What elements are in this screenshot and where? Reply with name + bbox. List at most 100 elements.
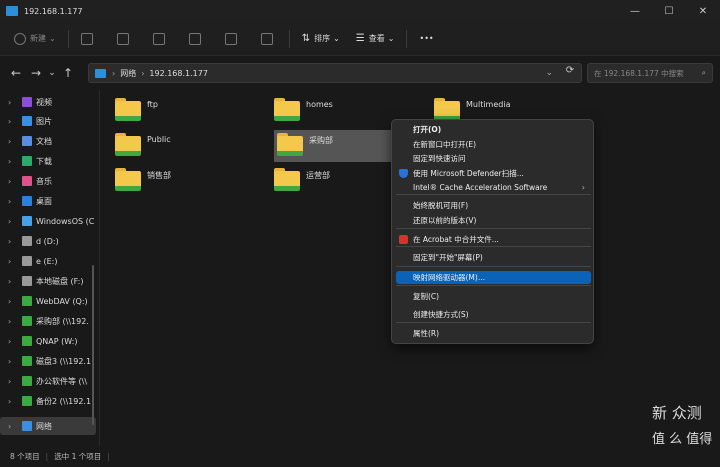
expand-chevron-icon[interactable]: › xyxy=(8,422,22,431)
context-menu-item[interactable]: 在新窗口中打开(E) xyxy=(396,138,591,151)
sidebar-item[interactable]: › 办公软件等 (\\ xyxy=(0,372,96,390)
sidebar-item[interactable]: › 网络 xyxy=(0,417,96,435)
context-menu-item[interactable]: 固定到"开始"屏幕(P) xyxy=(396,251,591,264)
expand-chevron-icon[interactable]: › xyxy=(8,157,22,166)
menu-item-label: 在 Acrobat 中合并文件... xyxy=(413,235,499,244)
sidebar-item-label: 桌面 xyxy=(36,196,52,206)
view-button[interactable]: ☰ 查看 ⌄ xyxy=(352,27,399,51)
sidebar-item[interactable]: › e (E:) xyxy=(0,252,96,270)
expand-chevron-icon[interactable]: › xyxy=(8,297,22,306)
copy-button[interactable] xyxy=(113,27,137,51)
network-share-folder[interactable]: ftp xyxy=(115,98,158,122)
context-menu-item[interactable]: 在 Acrobat 中合并文件... xyxy=(396,233,591,246)
folder-name: homes xyxy=(306,100,333,109)
more-options-button[interactable]: ••• xyxy=(415,27,437,51)
sidebar-item[interactable]: › 文档 xyxy=(0,132,96,150)
expand-chevron-icon[interactable]: › xyxy=(8,377,22,386)
sidebar-item[interactable]: › 视频 xyxy=(0,93,96,111)
maximize-button[interactable]: ☐ xyxy=(652,0,686,22)
search-input[interactable]: 在 192.168.1.177 中搜索 ⌕ xyxy=(587,63,713,83)
expand-chevron-icon[interactable]: › xyxy=(8,177,22,186)
context-menu-item[interactable]: 映射网络驱动器(M)... xyxy=(396,271,591,284)
sidebar-item[interactable]: › WindowsOS (C xyxy=(0,212,96,230)
expand-chevron-icon[interactable]: › xyxy=(8,117,22,126)
expand-chevron-icon[interactable]: › xyxy=(8,337,22,346)
expand-chevron-icon[interactable]: › xyxy=(8,98,22,107)
close-button[interactable]: ✕ xyxy=(686,0,720,22)
up-button[interactable]: ↑ xyxy=(58,66,78,80)
folder-name: 采购部 xyxy=(309,136,333,145)
paste-button[interactable] xyxy=(149,27,173,51)
context-menu-item[interactable]: 还原以前的版本(V) xyxy=(396,214,591,227)
refresh-button[interactable]: ⟳ xyxy=(560,65,580,81)
title-bar: 192.168.1.177 — ☐ ✕ xyxy=(0,0,720,22)
context-menu-item[interactable]: Intel® Cache Acceleration Software › xyxy=(396,181,591,194)
acrobat-icon xyxy=(399,235,408,244)
sidebar-item[interactable]: › 桌面 xyxy=(0,192,96,210)
context-menu-item[interactable]: 固定到快速访问 xyxy=(396,152,591,165)
context-menu-item[interactable]: 属性(R) xyxy=(396,327,591,340)
context-menu-item[interactable]: 打开(O) xyxy=(396,123,591,136)
expand-chevron-icon[interactable]: › xyxy=(8,217,22,226)
expand-chevron-icon[interactable]: › xyxy=(8,257,22,266)
share-button[interactable] xyxy=(221,27,245,51)
network-share-folder[interactable]: 销售部 xyxy=(115,168,171,192)
sort-button[interactable]: ⇅ 排序 ⌄ xyxy=(298,27,344,51)
sidebar-item[interactable]: › 采购部 (\\192. xyxy=(0,312,96,330)
cut-button[interactable] xyxy=(77,27,101,51)
sidebar-item[interactable]: › 本地磁盘 (F:) xyxy=(0,272,96,290)
breadcrumb-network[interactable]: 网络 xyxy=(120,68,136,79)
network-share-folder[interactable]: 运营部 xyxy=(274,168,330,192)
context-menu-item[interactable]: 复制(C) xyxy=(396,290,591,303)
sidebar-item-icon xyxy=(22,316,32,326)
sidebar-item[interactable]: › 磁盘3 (\\192.1 xyxy=(0,352,96,370)
shared-folder-icon xyxy=(274,98,300,122)
breadcrumb-host[interactable]: 192.168.1.177 xyxy=(149,69,208,78)
new-button[interactable]: 新建 ⌄ xyxy=(10,27,60,51)
sidebar-item-label: WebDAV (Q:) xyxy=(36,296,88,306)
context-menu-item[interactable]: 创建快捷方式(S) xyxy=(396,308,591,321)
sidebar-item-label: 本地磁盘 (F:) xyxy=(36,276,84,286)
sidebar-item-icon xyxy=(22,97,32,107)
sidebar-item[interactable]: › QNAP (W:) xyxy=(0,332,96,350)
expand-chevron-icon[interactable]: › xyxy=(8,277,22,286)
expand-chevron-icon[interactable]: › xyxy=(8,357,22,366)
forward-button[interactable]: → xyxy=(26,66,46,80)
network-share-folder[interactable]: Public xyxy=(115,133,171,157)
sidebar-item[interactable]: › WebDAV (Q:) xyxy=(0,292,96,310)
menu-item-label: 创建快捷方式(S) xyxy=(413,310,469,319)
recent-locations-button[interactable]: ⌄ xyxy=(46,68,58,78)
address-dropdown-icon[interactable]: ⌄ xyxy=(545,68,553,78)
sidebar-item[interactable]: › 图片 xyxy=(0,112,96,130)
expand-chevron-icon[interactable]: › xyxy=(8,197,22,206)
back-button[interactable]: ← xyxy=(6,66,26,80)
context-menu-item[interactable]: 使用 Microsoft Defender扫描... xyxy=(396,167,591,180)
new-label: 新建 xyxy=(30,34,46,43)
sidebar-item-icon xyxy=(22,296,32,306)
delete-button[interactable] xyxy=(257,27,281,51)
minimize-button[interactable]: — xyxy=(618,0,652,22)
status-bar: 8 个项目 | 选中 1 个项目 | xyxy=(0,446,720,467)
sidebar-item-label: 文档 xyxy=(36,136,52,146)
network-share-folder[interactable]: 采购部 xyxy=(274,130,394,162)
address-bar[interactable]: › 网络 › 192.168.1.177 ⌄ xyxy=(88,63,582,83)
menu-item-label: 固定到快速访问 xyxy=(413,154,466,163)
sidebar-item-label: 磁盘3 (\\192.1 xyxy=(36,356,92,366)
expand-chevron-icon[interactable]: › xyxy=(8,397,22,406)
sidebar-item-label: 音乐 xyxy=(36,176,52,186)
menu-item-label: 使用 Microsoft Defender扫描... xyxy=(413,169,524,178)
rename-button[interactable] xyxy=(185,27,209,51)
sidebar-scrollbar[interactable] xyxy=(92,265,94,425)
network-share-folder[interactable]: homes xyxy=(274,98,333,122)
sidebar-item[interactable]: › 音乐 xyxy=(0,172,96,190)
toolbar-divider xyxy=(67,29,69,48)
navigation-pane: › 视频 › 图片 › 文档 › 下载 › 音乐 › 桌面 › WindowsOS (C › d (D:) › e… xyxy=(0,90,100,446)
sidebar-item[interactable]: › 下载 xyxy=(0,152,96,170)
expand-chevron-icon[interactable]: › xyxy=(8,237,22,246)
sidebar-item[interactable]: › d (D:) xyxy=(0,232,96,250)
context-menu-item[interactable]: 始终脱机可用(F) xyxy=(396,199,591,212)
sidebar-item[interactable]: › 备份2 (\\192.1 xyxy=(0,392,96,410)
expand-chevron-icon[interactable]: › xyxy=(8,137,22,146)
sort-label: 排序 xyxy=(314,34,331,43)
expand-chevron-icon[interactable]: › xyxy=(8,317,22,326)
